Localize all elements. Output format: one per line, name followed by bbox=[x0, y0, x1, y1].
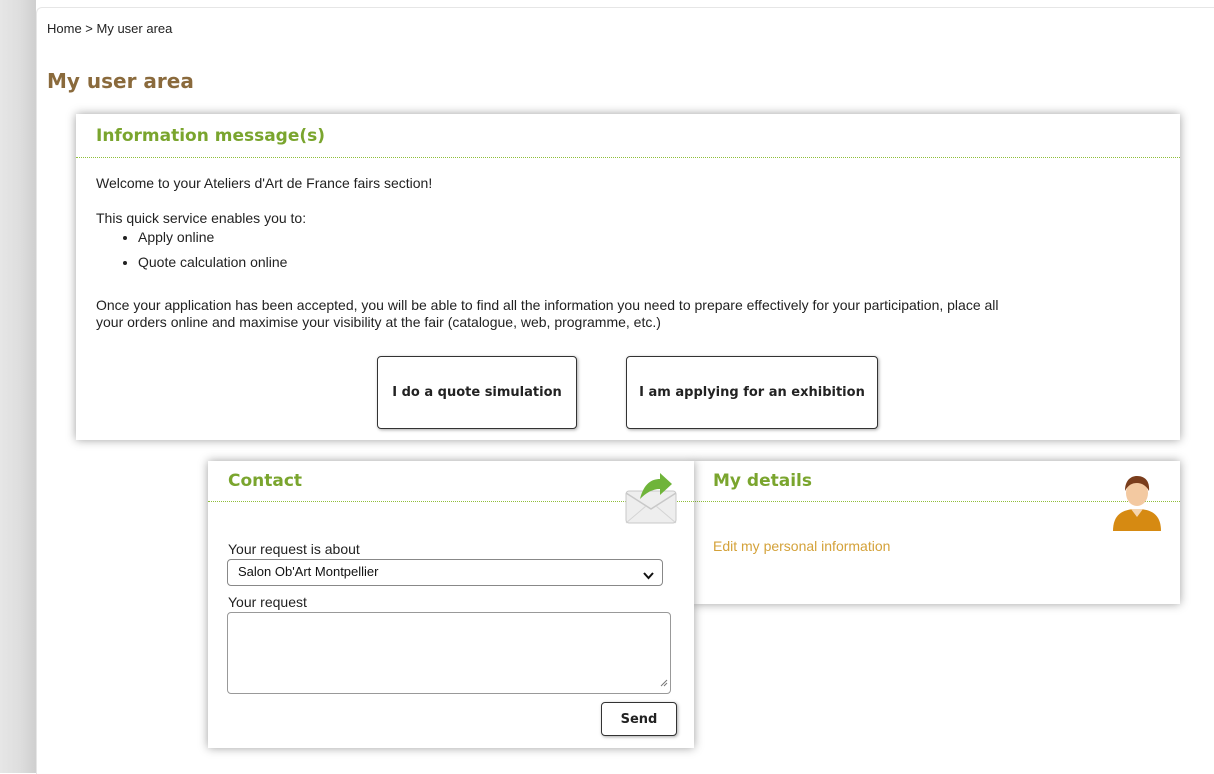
mail-send-icon bbox=[624, 473, 680, 529]
contact-panel-divider bbox=[208, 501, 694, 502]
details-panel: My details Edit my personal information bbox=[693, 461, 1180, 604]
request-about-value: Salon Ob'Art Montpellier bbox=[238, 564, 379, 579]
info-panel: Information message(s) Welcome to your A… bbox=[76, 114, 1180, 440]
left-margin-shade bbox=[0, 0, 36, 773]
user-avatar-icon bbox=[1110, 471, 1164, 537]
edit-personal-info-link[interactable]: Edit my personal information bbox=[713, 538, 890, 554]
send-button[interactable]: Send bbox=[601, 702, 677, 736]
info-paragraph-line1: Once your application has been accepted,… bbox=[96, 297, 999, 313]
welcome-text: Welcome to your Ateliers d'Art de France… bbox=[96, 175, 433, 191]
quote-simulation-button[interactable]: I do a quote simulation bbox=[377, 356, 577, 429]
page-title: My user area bbox=[47, 69, 194, 93]
intro-text: This quick service enables you to: bbox=[96, 210, 307, 226]
contact-panel: Contact Your request is about Salon Ob'A… bbox=[208, 461, 694, 748]
info-panel-divider bbox=[76, 157, 1180, 158]
info-panel-title: Information message(s) bbox=[96, 126, 326, 146]
contact-panel-title: Contact bbox=[228, 471, 303, 491]
request-about-select[interactable]: Salon Ob'Art Montpellier bbox=[227, 559, 663, 586]
info-paragraph-line2: your orders online and maximise your vis… bbox=[96, 314, 661, 330]
breadcrumb: Home > My user area bbox=[47, 21, 172, 36]
apply-exhibition-button[interactable]: I am applying for an exhibition bbox=[626, 356, 878, 429]
service-item-quote: Quote calculation online bbox=[138, 254, 287, 279]
request-label: Your request bbox=[228, 594, 307, 610]
service-item-apply: Apply online bbox=[138, 229, 287, 254]
details-panel-divider bbox=[693, 501, 1180, 502]
breadcrumb-current: My user area bbox=[96, 21, 173, 36]
breadcrumb-separator: > bbox=[81, 21, 97, 36]
details-panel-title: My details bbox=[713, 471, 812, 491]
chevron-down-icon bbox=[643, 568, 654, 583]
resize-grip-icon[interactable] bbox=[659, 672, 668, 691]
request-about-label: Your request is about bbox=[228, 541, 360, 557]
request-textarea[interactable] bbox=[227, 612, 671, 694]
breadcrumb-home-link[interactable]: Home bbox=[47, 21, 82, 36]
service-list: Apply online Quote calculation online bbox=[96, 229, 287, 279]
